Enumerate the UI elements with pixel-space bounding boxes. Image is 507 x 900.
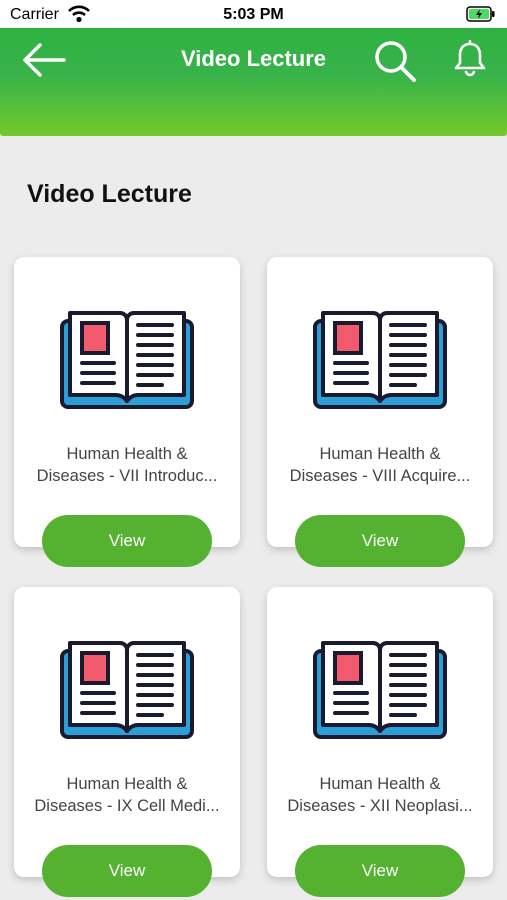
view-button[interactable]: View bbox=[42, 515, 212, 567]
section-title: Video Lecture bbox=[27, 180, 192, 208]
open-book-icon bbox=[60, 311, 194, 409]
card-title-line1: Human Health & bbox=[319, 775, 441, 793]
video-lecture-card[interactable]: Human Health & Diseases - IX Cell Medi..… bbox=[14, 587, 240, 897]
card-title: Human Health & Diseases - VII Introduc..… bbox=[22, 443, 232, 487]
card-title: Human Health & Diseases - XII Neoplasi..… bbox=[275, 773, 485, 817]
card-title-line2: Diseases - XII Neoplasi... bbox=[287, 797, 473, 815]
card-title-line1: Human Health & bbox=[66, 445, 188, 463]
status-time: 5:03 PM bbox=[223, 6, 284, 23]
search-icon[interactable] bbox=[372, 38, 418, 84]
card-title-line2: Diseases - VIII Acquire... bbox=[289, 467, 471, 485]
app-header: Video Lecture bbox=[0, 28, 507, 136]
open-book-icon bbox=[60, 641, 194, 739]
page-title: Video Lecture bbox=[180, 46, 327, 71]
card-title-line1: Human Health & bbox=[66, 775, 188, 793]
view-button[interactable]: View bbox=[295, 845, 465, 897]
video-lecture-card[interactable]: Human Health & Diseases - XII Neoplasi..… bbox=[267, 587, 493, 897]
open-book-icon bbox=[313, 311, 447, 409]
video-lecture-card[interactable]: Human Health & Diseases - VIII Acquire..… bbox=[267, 257, 493, 567]
card-title-line2: Diseases - IX Cell Medi... bbox=[34, 797, 220, 815]
card-title: Human Health & Diseases - IX Cell Medi..… bbox=[22, 773, 232, 817]
card-title: Human Health & Diseases - VIII Acquire..… bbox=[275, 443, 485, 487]
card-title-line2: Diseases - VII Introduc... bbox=[36, 467, 218, 485]
battery-icon bbox=[466, 6, 495, 22]
status-bar: Carrier 5:03 PM bbox=[0, 0, 507, 28]
card-title-line1: Human Health & bbox=[319, 445, 441, 463]
open-book-icon bbox=[313, 641, 447, 739]
view-button[interactable]: View bbox=[42, 845, 212, 897]
video-lecture-card[interactable]: Human Health & Diseases - VII Introduc..… bbox=[14, 257, 240, 567]
bell-icon[interactable] bbox=[453, 40, 487, 78]
view-button[interactable]: View bbox=[295, 515, 465, 567]
